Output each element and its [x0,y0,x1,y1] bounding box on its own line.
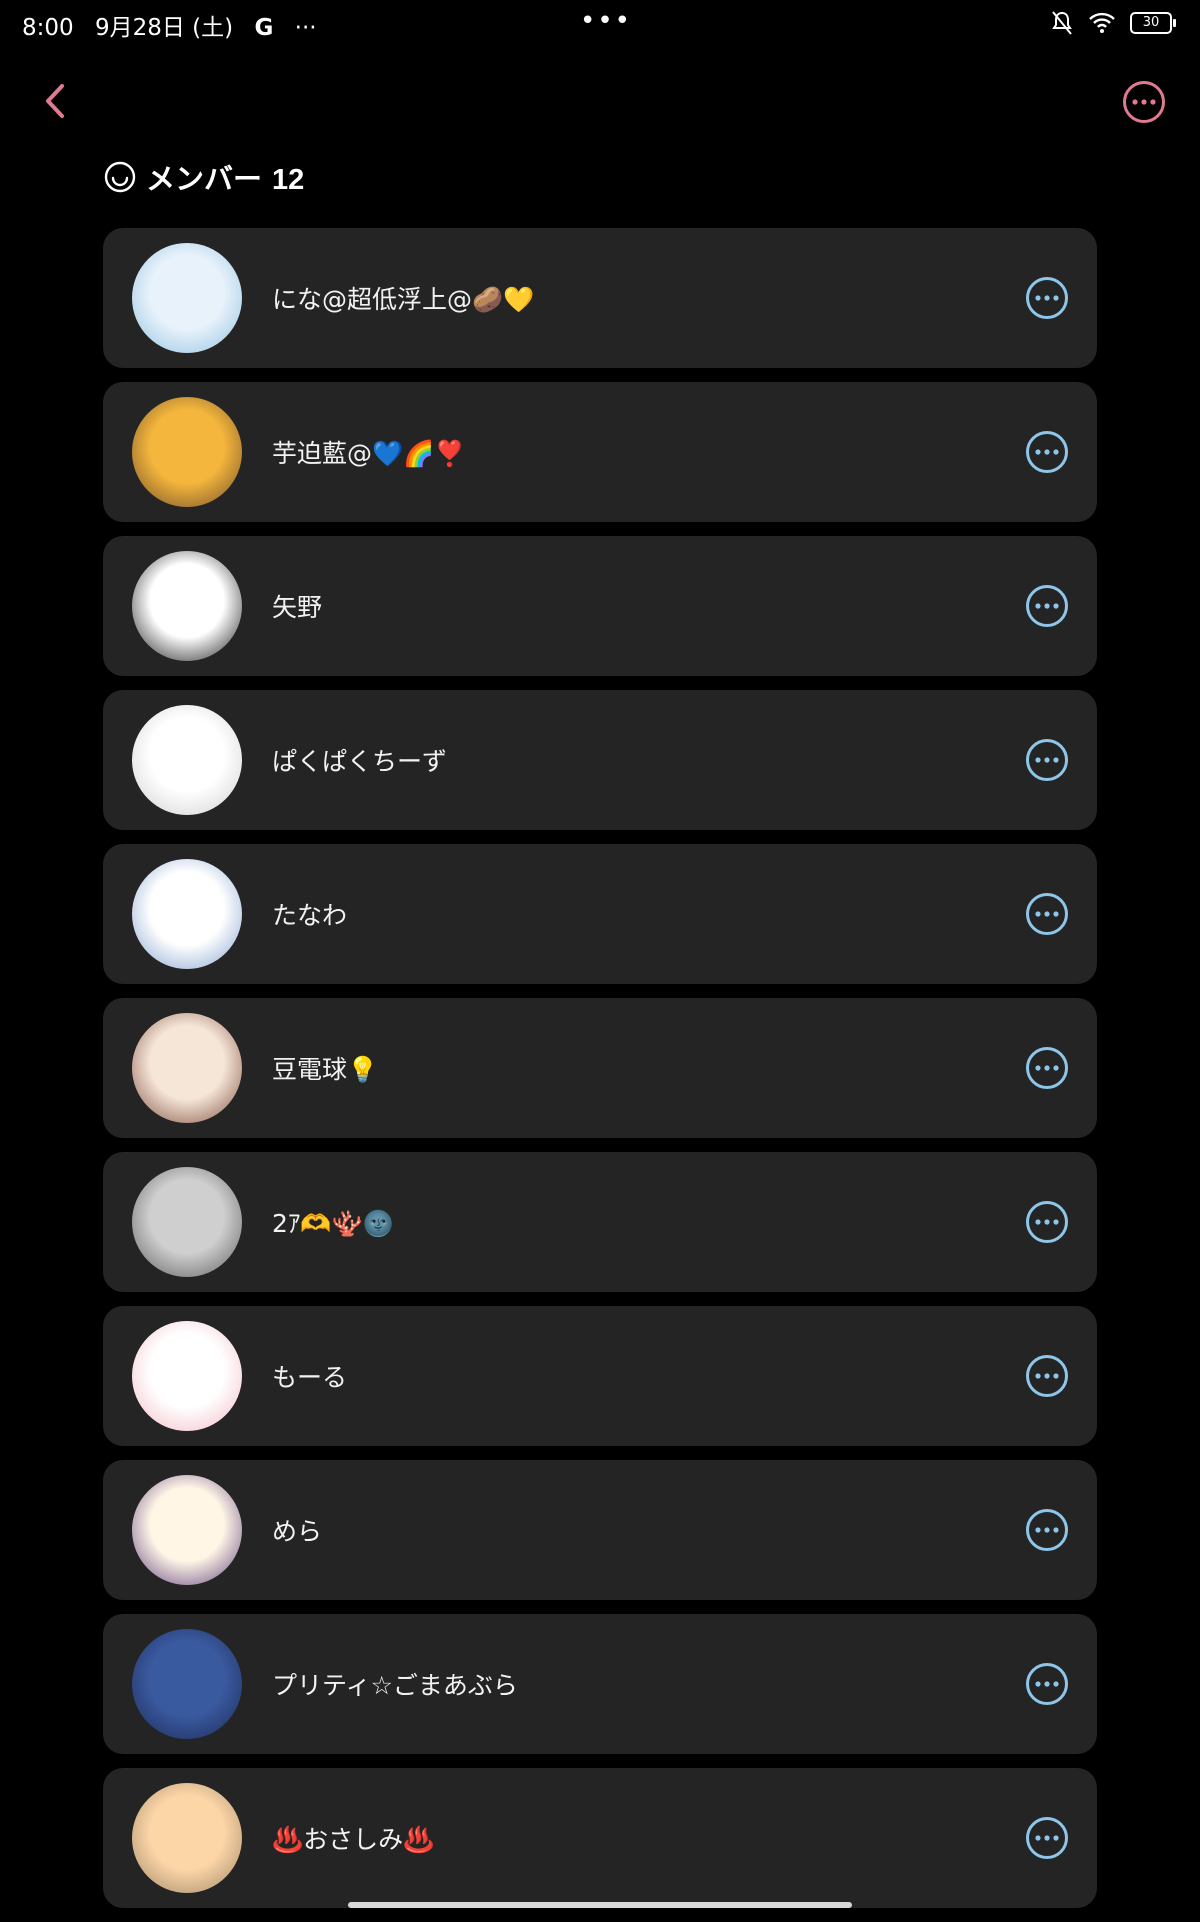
members-title-label: メンバー [146,164,263,196]
member-more-button[interactable] [1025,1354,1069,1398]
avatar[interactable] [132,1013,242,1123]
avatar[interactable] [132,1475,242,1585]
member-row[interactable]: もーる [103,1306,1097,1446]
member-name: めら [272,1517,323,1546]
member-row[interactable]: にな@超低浮上@🥔💛 [103,228,1097,368]
member-row[interactable]: 2ｱ🫶🪸🌚 [103,1152,1097,1292]
member-more-button[interactable] [1025,584,1069,628]
smiley-face-icon [104,161,136,193]
member-name: 2ｱ🫶🪸🌚 [272,1209,394,1238]
member-name: 芋迫藍@💙🌈❣️ [272,439,466,468]
member-more-button[interactable] [1025,1508,1069,1552]
more-horizontal-circle-icon [1123,81,1165,123]
member-row[interactable]: ぱくぱくちーず [103,690,1097,830]
avatar[interactable] [132,705,242,815]
member-row[interactable]: ♨️おさしみ♨️ [103,1768,1097,1908]
member-name: ♨️おさしみ♨️ [272,1825,435,1854]
home-indicator[interactable] [348,1902,852,1908]
status-time: 8:00 [22,15,74,41]
avatar[interactable] [132,1321,242,1431]
avatar[interactable] [132,243,242,353]
avatar[interactable] [132,1629,242,1739]
avatar[interactable] [132,859,242,969]
more-horizontal-circle-icon [1026,431,1068,473]
bell-off-icon [1052,11,1072,35]
member-row[interactable]: プリティ☆ごまあぶら [103,1614,1097,1754]
avatar[interactable] [132,1167,242,1277]
member-more-button[interactable] [1025,738,1069,782]
member-row[interactable]: たなわ [103,844,1097,984]
member-more-button[interactable] [1025,276,1069,320]
member-name: 矢野 [272,593,323,622]
more-horizontal-circle-icon [1026,1355,1068,1397]
member-name: ぱくぱくちーず [272,747,448,776]
member-name: 豆電球💡 [272,1055,379,1084]
member-more-button[interactable] [1025,1816,1069,1860]
status-bar: 8:00 9月28日 (土) G ··· ••• 30 [0,0,1200,48]
battery-icon: 30 [1130,12,1176,34]
member-more-button[interactable] [1025,1046,1069,1090]
member-name: にな@超低浮上@🥔💛 [272,285,535,314]
member-name: たなわ [272,901,348,930]
member-name: もーる [272,1363,348,1392]
member-more-button[interactable] [1025,430,1069,474]
avatar[interactable] [132,551,242,661]
chevron-left-icon [46,84,64,118]
members-title: メンバー 12 [146,156,304,198]
more-horizontal-circle-icon [1026,1817,1068,1859]
member-more-button[interactable] [1025,1200,1069,1244]
more-horizontal-circle-icon [1026,1663,1068,1705]
status-right: 30 [1050,10,1176,36]
member-row[interactable]: 芋迫藍@💙🌈❣️ [103,382,1097,522]
wifi-icon [1089,12,1115,33]
member-row[interactable]: 豆電球💡 [103,998,1097,1138]
member-more-button[interactable] [1025,1662,1069,1706]
more-horizontal-circle-icon [1026,585,1068,627]
notification-ellipsis: ··· [294,15,317,41]
member-name: プリティ☆ごまあぶら [272,1671,518,1700]
avatar[interactable] [132,1783,242,1893]
status-center-dots: ••• [580,6,633,36]
more-horizontal-circle-icon [1026,1201,1068,1243]
status-left: 8:00 9月28日 (土) G ··· [22,8,331,42]
google-icon: G [254,15,274,41]
member-row[interactable]: 矢野 [103,536,1097,676]
members-header: メンバー 12 [104,156,304,198]
back-button[interactable] [36,78,76,124]
more-horizontal-circle-icon [1026,277,1068,319]
menu-button[interactable] [1122,80,1166,124]
member-more-button[interactable] [1025,892,1069,936]
more-horizontal-circle-icon [1026,893,1068,935]
more-horizontal-circle-icon [1026,1047,1068,1089]
member-list: にな@超低浮上@🥔💛 芋迫藍@💙🌈❣️ 矢野 ぱくぱくちーず たなわ 豆電球💡 … [103,228,1097,1922]
members-count: 12 [272,164,305,196]
more-horizontal-circle-icon [1026,739,1068,781]
member-row[interactable]: めら [103,1460,1097,1600]
status-date: 9月28日 (土) [94,15,234,41]
avatar[interactable] [132,397,242,507]
more-horizontal-circle-icon [1026,1509,1068,1551]
